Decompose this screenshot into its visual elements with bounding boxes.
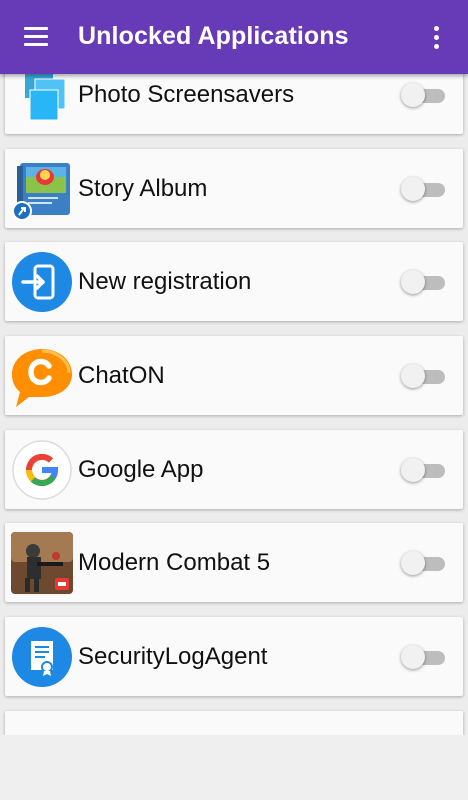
toggle-thumb: [401, 458, 425, 482]
toggle-thumb: [401, 551, 425, 575]
toggle-thumb: [401, 364, 425, 388]
story-album-icon: [11, 158, 73, 221]
app-toggle-switch[interactable]: [401, 458, 447, 482]
google-app-icon: [11, 439, 73, 501]
app-toggle-switch[interactable]: [401, 551, 447, 575]
app-toggle-switch[interactable]: [401, 364, 447, 388]
list-item[interactable]: [5, 711, 463, 735]
list-item[interactable]: ChatON: [5, 336, 463, 415]
app-label: Story Album: [78, 175, 208, 202]
app-label: Google App: [78, 456, 204, 483]
app-toggle-switch[interactable]: [401, 177, 447, 201]
more-vert-icon[interactable]: [420, 20, 454, 56]
modern-combat-5-icon: [11, 532, 73, 594]
app-label: ChatON: [78, 362, 165, 389]
list-item[interactable]: New registration: [5, 242, 463, 321]
unlocked-apps-list[interactable]: Photo Screensavers Story Album New regis…: [0, 0, 468, 735]
android-app-icon: [11, 720, 73, 735]
app-label: Modern Combat 5: [78, 549, 271, 576]
app-label: New registration: [78, 268, 252, 295]
list-item[interactable]: Story Album: [5, 149, 463, 228]
app-toggle-switch[interactable]: [401, 83, 447, 107]
chaton-icon: [11, 345, 73, 407]
toggle-thumb: [401, 645, 425, 669]
app-toggle-switch[interactable]: [401, 270, 447, 294]
toggle-thumb: [401, 270, 425, 294]
page-title: Unlocked Applications: [78, 22, 349, 50]
list-item[interactable]: Google App: [5, 430, 463, 509]
app-toggle-switch[interactable]: [401, 645, 447, 669]
bottom-empty-area: [0, 735, 468, 800]
app-label: SecurityLogAgent: [78, 643, 268, 670]
hamburger-menu-icon[interactable]: [14, 19, 58, 55]
new-registration-icon: [11, 251, 73, 313]
toggle-thumb: [401, 83, 425, 107]
toggle-thumb: [401, 177, 425, 201]
security-log-agent-icon: [11, 626, 73, 688]
list-item[interactable]: Modern Combat 5: [5, 523, 463, 602]
app-bar: Unlocked Applications: [0, 0, 468, 74]
list-item[interactable]: SecurityLogAgent: [5, 617, 463, 696]
